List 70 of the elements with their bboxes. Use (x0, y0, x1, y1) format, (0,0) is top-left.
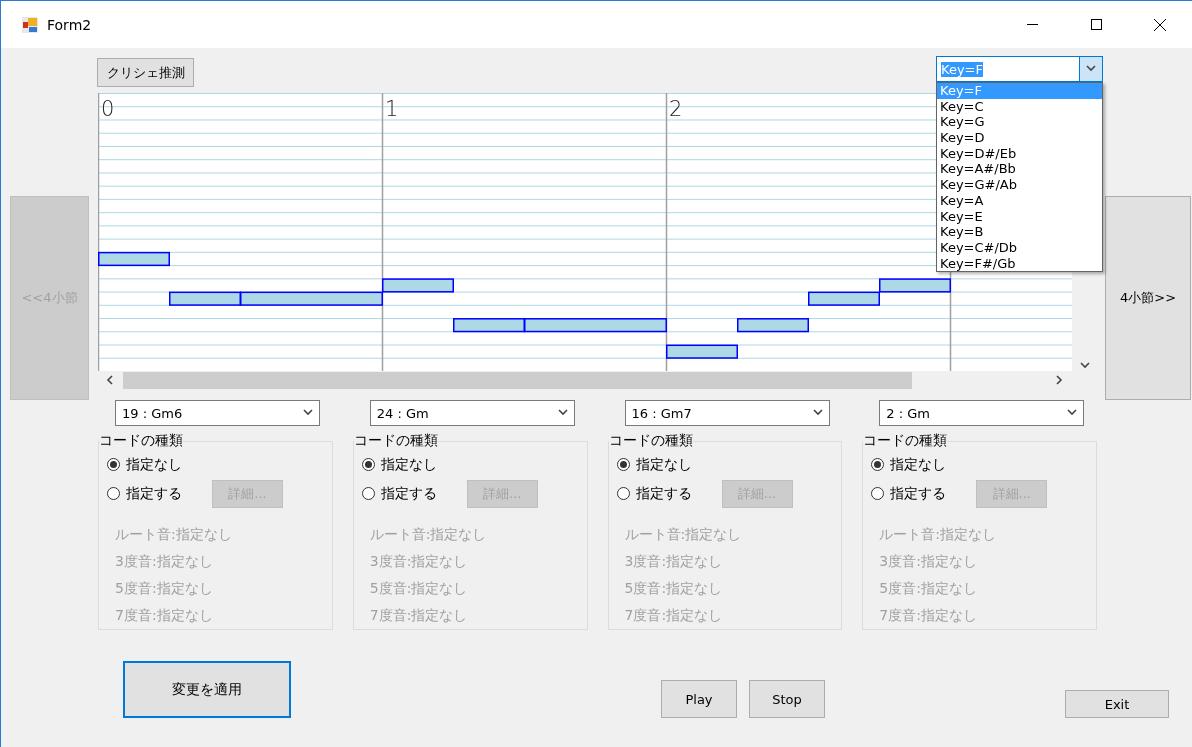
measure-number: 0 (101, 97, 115, 121)
note[interactable] (169, 291, 241, 306)
tone-label: ルート音:指定なし (879, 525, 997, 543)
tone-label: ルート音:指定なし (624, 525, 743, 543)
key-option[interactable]: Key=B (937, 224, 1102, 240)
tone-label: 7度音:指定なし (879, 606, 978, 624)
radio-option[interactable]: 指定なし (616, 455, 692, 474)
tone-label: 5度音:指定なし (115, 579, 214, 597)
tone-label: 7度音:指定なし (115, 606, 214, 624)
key-option[interactable]: Key=G (937, 114, 1102, 131)
radio-option[interactable]: 指定する (361, 484, 437, 503)
note[interactable] (524, 318, 667, 333)
stop-button[interactable]: Stop (749, 680, 825, 718)
chord-dropdown[interactable]: 16 : Gm7 (624, 400, 830, 426)
window-title: Form2 (47, 16, 92, 33)
chord-dropdown[interactable]: 24 : Gm (369, 400, 575, 426)
chevron-down-icon[interactable] (303, 408, 313, 418)
measure-number: 2 (669, 97, 683, 121)
close-icon[interactable] (1154, 18, 1166, 31)
app-icon (22, 16, 38, 33)
chord-dropdown[interactable]: 2 : Gm (879, 400, 1085, 426)
note[interactable] (737, 318, 809, 333)
measure-number: 1 (385, 97, 399, 121)
scroll-right-icon[interactable] (1054, 375, 1065, 385)
tone-label: 5度音:指定なし (624, 579, 724, 597)
radio-option[interactable]: 指定なし (871, 455, 947, 474)
tone-label: 3度音:指定なし (879, 552, 978, 570)
scroll-down-icon[interactable] (1079, 361, 1090, 371)
note[interactable] (382, 278, 454, 293)
cliche-button[interactable]: クリシェ推測 (97, 58, 194, 87)
tone-label: 3度音:指定なし (624, 552, 724, 570)
tone-label: 5度音:指定なし (879, 579, 978, 597)
radio-option[interactable]: 指定なし (107, 455, 182, 474)
radio-option[interactable]: 指定なし (361, 455, 437, 474)
maximize-icon[interactable] (1090, 19, 1102, 30)
scroll-left-icon[interactable] (105, 375, 116, 385)
note[interactable] (666, 344, 738, 359)
tone-label: 7度音:指定なし (369, 606, 469, 624)
tone-label: ルート音:指定なし (369, 525, 488, 543)
key-option[interactable]: Key=A#/Bb (937, 161, 1102, 178)
next-measures-button[interactable]: 4小節>> (1105, 196, 1191, 400)
minimize-icon[interactable] (1026, 24, 1038, 25)
note[interactable] (453, 318, 525, 333)
radio-option[interactable]: 指定する (871, 484, 947, 503)
radio-option[interactable]: 指定する (107, 484, 182, 503)
radio-option[interactable]: 指定する (616, 484, 692, 503)
note[interactable] (879, 278, 951, 293)
chevron-down-icon[interactable] (1086, 64, 1096, 74)
apply-changes-button[interactable]: 変更を適用 (123, 661, 291, 718)
tone-label: 3度音:指定なし (369, 552, 469, 570)
chord-dropdown[interactable]: 19 : Gm6 (115, 400, 320, 426)
exit-button[interactable]: Exit (1065, 690, 1169, 718)
note[interactable] (240, 291, 383, 306)
tone-label: ルート音:指定なし (115, 525, 233, 543)
tone-label: 5度音:指定なし (369, 579, 469, 597)
note[interactable] (98, 251, 170, 267)
tone-label: 3度音:指定なし (115, 552, 214, 570)
group-title: コードの種類 (863, 432, 948, 450)
group-title: コードの種類 (353, 432, 438, 450)
key-option[interactable]: Key=G#/Ab (937, 177, 1102, 193)
key-option[interactable]: Key=D (937, 130, 1102, 146)
play-button[interactable]: Play (661, 680, 737, 718)
chevron-down-icon[interactable] (557, 408, 568, 418)
note[interactable] (808, 291, 880, 306)
scrollbar-thumb[interactable] (123, 371, 912, 389)
group-title: コードの種類 (99, 432, 183, 450)
chevron-down-icon[interactable] (812, 408, 823, 418)
tone-label: 7度音:指定なし (624, 606, 724, 624)
group-title: コードの種類 (608, 432, 693, 450)
chevron-down-icon[interactable] (1067, 408, 1078, 418)
